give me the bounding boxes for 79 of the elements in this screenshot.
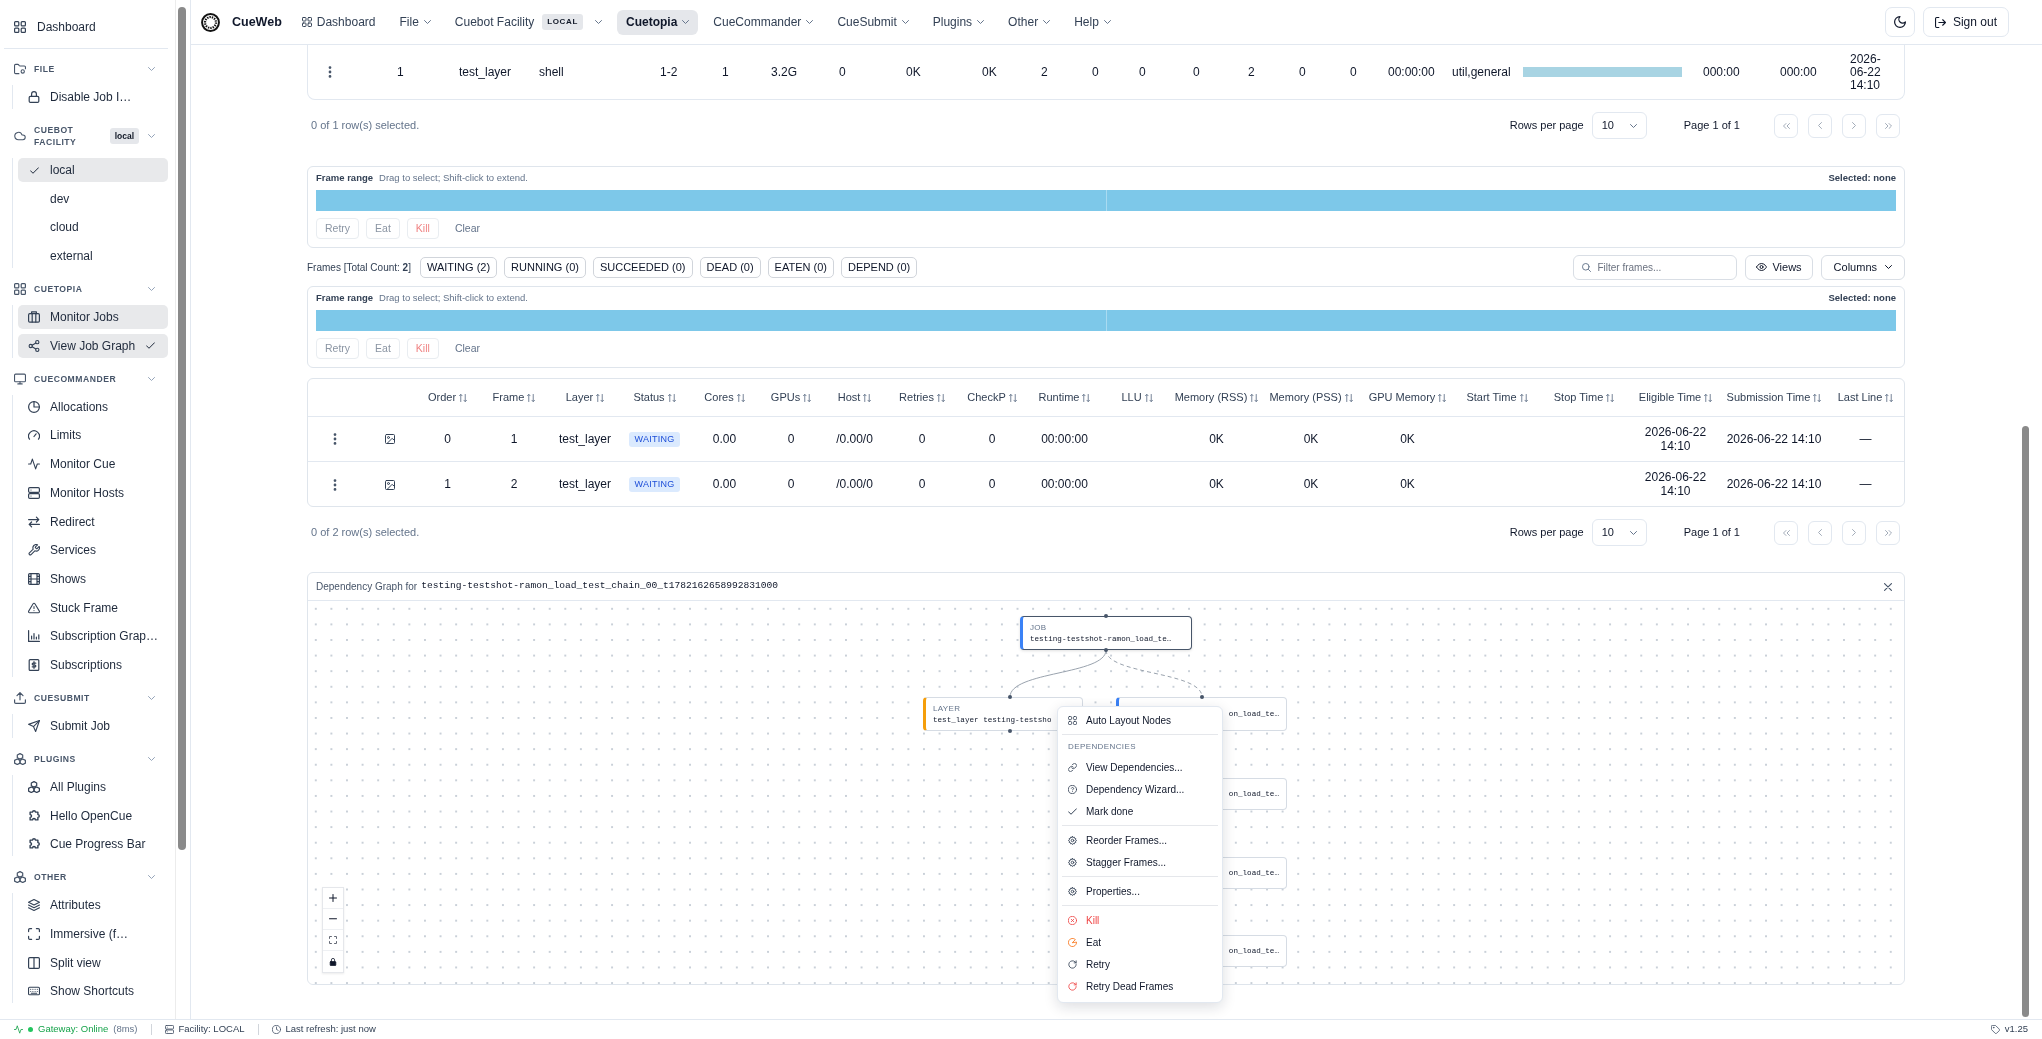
facility-badge: LOCAL: [542, 14, 583, 30]
table-cell: 0K: [982, 45, 1041, 99]
table-cell: 0: [417, 416, 478, 461]
table-cell: 0: [957, 416, 1027, 461]
selection-status: Selected: none: [1828, 290, 1896, 305]
rows-per-page-label: Rows per page: [1509, 525, 1584, 541]
table-cell: 0K: [906, 45, 982, 99]
page-indicator: Page 1 of 1: [1683, 118, 1740, 134]
table-cell: 00:00:00: [1027, 416, 1102, 461]
table-cell: 0: [1139, 45, 1193, 99]
table-cell: 0K: [1361, 416, 1454, 461]
table-cell: 0: [887, 461, 957, 506]
facility-status: Facility: LOCAL: [178, 1022, 245, 1037]
frame-range-label: Frame range: [316, 170, 374, 185]
frame-range-hint: Drag to select; Shift-click to extend.: [379, 170, 528, 185]
table-cell: 0: [1193, 45, 1248, 99]
table-cell: test_layer: [550, 461, 620, 506]
table-cell: 0K: [1261, 416, 1361, 461]
table-cell: shell: [539, 45, 660, 99]
table-cell: 2026-06-22 14:10: [1628, 416, 1723, 461]
table-cell: 00:00:00: [1027, 461, 1102, 506]
table-cell: 0.00: [689, 461, 760, 506]
table-cell: 0: [1299, 45, 1350, 99]
table-cell: 1: [397, 45, 459, 99]
table-cell: 000:00: [1780, 45, 1850, 99]
table-cell: 0: [839, 45, 906, 99]
menu-section-label: DEPENDENCIES: [1067, 741, 1137, 753]
table-cell: 2: [1041, 45, 1092, 99]
table-cell: test_layer: [459, 45, 539, 99]
table-cell: util,general: [1452, 45, 1523, 99]
frame-range-label: Frame range: [316, 290, 374, 305]
table-cell: 2026-06-22 14:10: [1723, 416, 1825, 461]
rows-per-page-label: Rows per page: [1509, 118, 1584, 134]
selection-count: 0 of 1 row(s) selected.: [310, 118, 420, 134]
table-cell: 0: [760, 461, 822, 506]
brand-name: CueWeb: [232, 13, 282, 31]
frames-count-text: Frames [Total Count: 2]: [307, 260, 411, 275]
frame-range-hint: Drag to select; Shift-click to extend.: [379, 290, 528, 305]
table-cell: 0K: [1261, 461, 1361, 506]
selection-status: Selected: none: [1828, 170, 1896, 185]
table-cell: 1-2: [660, 45, 722, 99]
table-cell: 0.00: [689, 416, 760, 461]
selection-count: 0 of 2 row(s) selected.: [310, 525, 420, 541]
table-cell: 0K: [1172, 416, 1261, 461]
table-cell: 1: [417, 461, 478, 506]
gateway-latency: (8ms): [113, 1022, 138, 1037]
table-cell: test_layer: [550, 416, 620, 461]
node-type-label: LAYER: [933, 703, 961, 713]
table-cell: 00:00:00: [1388, 45, 1452, 99]
version-label: v1.25: [2004, 1022, 2028, 1037]
table-cell: 2026-06-22 14:10: [1723, 461, 1825, 506]
table-cell: 1: [722, 45, 771, 99]
table-cell: 0: [1350, 45, 1388, 99]
graph-title: Dependency Graph for: [316, 580, 418, 594]
table-cell: /0.00/0: [822, 461, 887, 506]
table-cell: 3.2G: [771, 45, 839, 99]
table-cell: 1: [478, 416, 550, 461]
table-cell: 0: [760, 416, 822, 461]
table-cell: 0K: [1172, 461, 1261, 506]
table-cell: 0: [1092, 45, 1139, 99]
table-cell: 2026-06-22 14:10: [1628, 461, 1723, 506]
table-cell: —: [1825, 461, 1904, 506]
table-cell-text: 2026-06-22 14:10: [1850, 50, 1882, 94]
last-refresh: Last refresh: just now: [285, 1022, 376, 1037]
table-cell: 0: [887, 416, 957, 461]
table-cell: 000:00: [1682, 45, 1780, 99]
table-cell: —: [1825, 416, 1904, 461]
node-type-label: JOB: [1030, 622, 1047, 632]
status-badge: WAITING: [629, 476, 680, 492]
job-name: testing-testshot-ramon_load_test_chain_00_t1782162658992831000: [421, 579, 779, 594]
table-cell: 0K: [1361, 461, 1454, 506]
facility-badge: local: [109, 128, 139, 144]
status-badge: WAITING: [629, 431, 680, 447]
table-cell: 0: [957, 461, 1027, 506]
table-cell: 2: [1248, 45, 1299, 99]
table-cell: /0.00/0: [822, 416, 887, 461]
page-indicator: Page 1 of 1: [1683, 525, 1740, 541]
gateway-status: Gateway: Online: [38, 1022, 109, 1037]
table-cell: 2: [478, 461, 550, 506]
